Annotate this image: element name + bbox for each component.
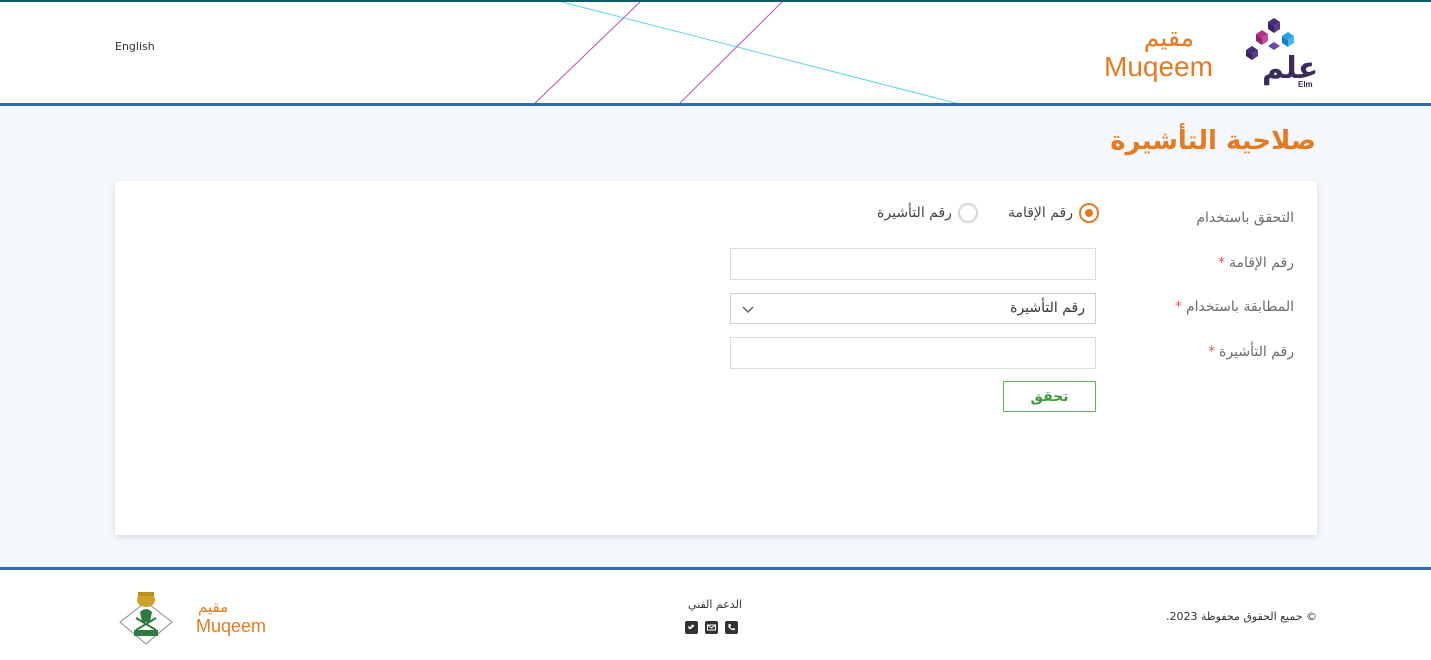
iqama-number-label-text: رقم الإقامة [1228, 255, 1294, 271]
required-marker: * [1208, 344, 1216, 360]
verify-button[interactable]: تحقق [1003, 381, 1096, 412]
email-icon[interactable] [705, 621, 718, 634]
language-switch-link[interactable]: English [115, 40, 155, 53]
radio-visa-number-label: رقم التأشيرة [877, 205, 952, 221]
footer-muqeem-en: Muqeem [196, 616, 267, 636]
page-title: صلاحية التأشيرة [1110, 126, 1316, 156]
phone-icon[interactable] [725, 621, 738, 634]
verify-using-label: التحقق باستخدام [1196, 210, 1294, 226]
support-label: الدعم الفني [687, 598, 742, 611]
verify-using-radio-group: رقم الإقامة رقم التأشيرة [877, 203, 1099, 223]
elm-logo-en: Elm [1298, 80, 1313, 89]
chevron-down-icon [742, 306, 754, 314]
form-card [115, 181, 1317, 535]
radio-iqama-number-label: رقم الإقامة [1007, 205, 1073, 221]
radio-visa-number[interactable]: رقم التأشيرة [877, 203, 978, 223]
footer: مقيم Muqeem الدعم الفني © جميع الحقوق مح… [0, 567, 1431, 660]
footer-muqeem-ar: مقيم [198, 598, 229, 616]
match-using-select[interactable]: رقم التأشيرة [730, 293, 1096, 324]
radio-unselected-icon[interactable] [957, 203, 978, 223]
muqeem-logo-en: Muqeem [1104, 51, 1213, 82]
iqama-number-label: رقم الإقامة* [1218, 255, 1294, 271]
support-icons [685, 621, 738, 634]
visa-number-input[interactable] [730, 337, 1096, 369]
saudi-emblem-icon [119, 592, 173, 645]
iqama-number-input[interactable] [730, 248, 1096, 280]
radio-iqama-number[interactable]: رقم الإقامة [1008, 203, 1099, 223]
match-using-label: المطابقة باستخدام* [1175, 299, 1294, 315]
required-marker: * [1175, 299, 1182, 315]
visa-number-label-text: رقم التأشيرة [1219, 344, 1294, 360]
required-marker: * [1217, 255, 1225, 271]
header: English مقيم Muqeem علم Elm [0, 0, 1431, 106]
muqeem-logo: مقيم Muqeem [1104, 24, 1226, 82]
elm-logo: علم Elm [1240, 16, 1320, 92]
muqeem-logo-ar: مقيم [1143, 23, 1194, 52]
visa-number-label: رقم التأشيرة* [1208, 344, 1294, 360]
match-using-label-text: المطابقة باستخدام [1186, 299, 1294, 315]
copyright-text: © جميع الحقوق محفوظة 2023. [1165, 610, 1317, 623]
footer-muqeem-logo: مقيم Muqeem [196, 598, 266, 637]
radio-selected-icon[interactable] [1079, 203, 1099, 223]
twitter-icon[interactable] [685, 621, 698, 634]
match-using-selected-value: رقم التأشيرة [1010, 300, 1085, 316]
